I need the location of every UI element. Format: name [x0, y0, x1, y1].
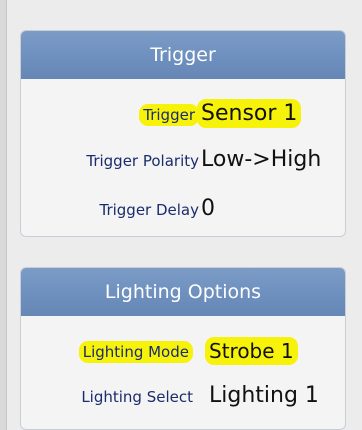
trigger-delay-value[interactable]: 0	[201, 196, 215, 221]
trigger-row[interactable]: Trigger Sensor 1	[21, 99, 345, 133]
trigger-polarity-value[interactable]: Low->High	[201, 147, 321, 172]
trigger-polarity-row[interactable]: Trigger Polarity Low->High	[21, 144, 345, 178]
lighting-mode-label: Lighting Mode	[78, 341, 193, 363]
lighting-select-label: Lighting Select	[81, 388, 193, 406]
lighting-mode-value[interactable]: Strobe 1	[205, 337, 298, 365]
trigger-panel-header: Trigger	[21, 31, 345, 79]
trigger-delay-row[interactable]: Trigger Delay 0	[21, 193, 345, 227]
lighting-select-row[interactable]: Lighting Select Lighting 1	[21, 380, 345, 414]
trigger-panel-title: Trigger	[150, 44, 216, 66]
lighting-options-panel: Lighting Options Lighting Mode Strobe 1 …	[20, 267, 346, 430]
trigger-label: Trigger	[139, 104, 199, 126]
trigger-delay-label: Trigger Delay	[99, 201, 199, 219]
trigger-value[interactable]: Sensor 1	[197, 99, 302, 128]
trigger-polarity-label: Trigger Polarity	[86, 152, 199, 170]
lighting-select-value[interactable]: Lighting 1	[209, 383, 319, 408]
lighting-panel-title: Lighting Options	[104, 281, 262, 303]
trigger-panel: Trigger Trigger Sensor 1 Trigger Polarit…	[20, 30, 346, 237]
lighting-panel-header: Lighting Options	[21, 268, 345, 316]
lighting-mode-row[interactable]: Lighting Mode Strobe 1	[21, 336, 345, 370]
left-edge-divider	[0, 0, 7, 430]
